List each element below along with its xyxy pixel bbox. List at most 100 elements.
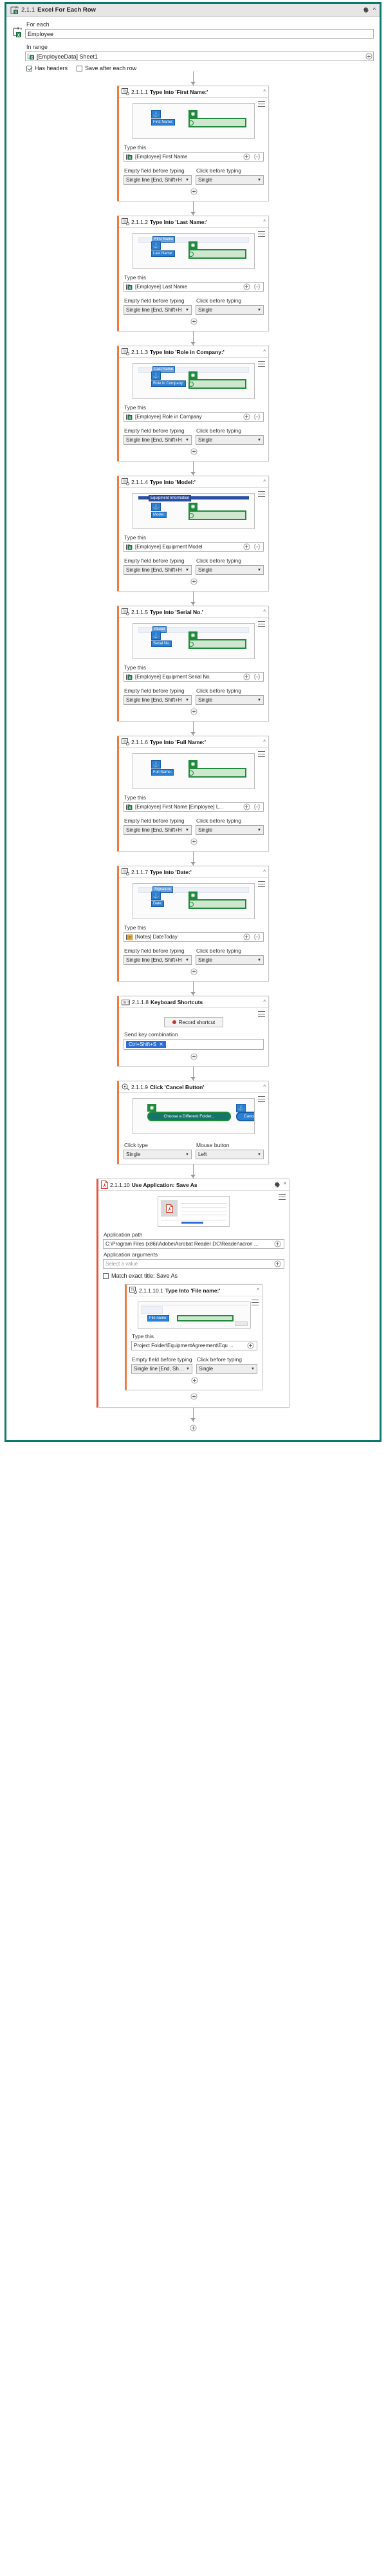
target-screenshot-preview[interactable]: File name: (138, 1302, 251, 1329)
chevron-up-icon[interactable]: ^ (261, 219, 266, 225)
hamburger-menu-icon[interactable] (258, 1096, 265, 1102)
target-screenshot-preview[interactable]: ◉ ⚓ First Name: (133, 103, 255, 139)
container-header[interactable]: X 2.1.1 Excel For Each Row ^ (6, 4, 380, 17)
hamburger-menu-icon[interactable] (252, 1300, 259, 1305)
click-before-select[interactable]: Single ▼ (196, 955, 264, 965)
click-before-select[interactable]: Single ▼ (196, 305, 264, 315)
key-chip[interactable]: Ctrl+Shift+S ✕ (126, 1041, 166, 1048)
empty-field-select[interactable]: Single line [End, Shift+H ▼ (124, 825, 192, 835)
empty-field-select[interactable]: Single line [End, Shift+H ▼ (124, 695, 192, 705)
gear-icon[interactable] (273, 1181, 280, 1188)
step-card-header[interactable]: TI 2.1.1.1 Type Into 'First Name:' ^ (119, 86, 268, 98)
plus-circle-icon[interactable] (273, 1240, 282, 1248)
add-step-button[interactable] (124, 965, 264, 976)
type-this-input[interactable]: X [Employee] Equipment Model (124, 542, 264, 552)
plus-circle-icon[interactable] (243, 543, 251, 551)
step-card-header[interactable]: TI 2.1.1.4 Type Into 'Model:' ^ (119, 476, 268, 488)
plus-circle-icon[interactable] (273, 1260, 282, 1268)
chevron-up-icon[interactable]: ^ (254, 1287, 259, 1293)
step-card-header[interactable]: TI 2.1.1.3 Type Into 'Role in Company:' … (119, 346, 268, 358)
gear-icon[interactable] (362, 6, 369, 14)
type-this-input[interactable]: X [Employee] Role in Company (124, 412, 264, 422)
match-exact-title-checkbox[interactable]: Match exact title: Save As (103, 1273, 284, 1279)
click-before-select[interactable]: Single ▼ (196, 695, 264, 705)
chevron-up-icon[interactable]: ^ (261, 999, 266, 1005)
plus-circle-icon[interactable] (246, 1341, 255, 1350)
in-range-input[interactable]: X [EmployeeData] Sheet1 (25, 51, 374, 61)
click-before-select[interactable]: Single ▼ (196, 825, 264, 835)
click-type-select[interactable]: Single ▼ (124, 1150, 192, 1159)
type-this-input[interactable]: X [Employee] Equipment Serial No. (124, 672, 264, 682)
chevron-up-icon[interactable]: ^ (261, 89, 266, 95)
chevron-up-icon[interactable]: ^ (373, 7, 376, 13)
add-step-button[interactable] (124, 835, 264, 846)
plus-circle-icon[interactable] (243, 803, 251, 811)
empty-field-select[interactable]: Single line [End, Shift+H ▼ (131, 1364, 192, 1374)
add-step-button[interactable] (124, 575, 264, 586)
key-combination-field[interactable]: Ctrl+Shift+S ✕ (124, 1039, 264, 1050)
variable-picker-icon[interactable] (253, 413, 261, 421)
chevron-up-icon[interactable]: ^ (261, 869, 266, 875)
hamburger-menu-icon[interactable] (258, 491, 265, 497)
add-step-button-nested[interactable] (103, 1390, 284, 1403)
plus-circle-icon[interactable] (243, 283, 251, 291)
target-screenshot-preview[interactable]: Equipment Information ◉ ⚓ Model: (133, 493, 255, 529)
has-headers-checkbox[interactable]: Has headers (26, 65, 68, 71)
save-after-each-row-checkbox[interactable]: Save after each row (77, 65, 136, 71)
target-screenshot-preview[interactable]: Model ◉ ⚓ Serial No. (133, 623, 255, 659)
type-this-input[interactable]: Project Folder\EquipmentAgreement\Equ ..… (131, 1341, 257, 1350)
click-before-select[interactable]: Single ▼ (196, 1364, 257, 1374)
step-card-header[interactable]: TI 2.1.1.5 Type Into 'Serial No.' ^ (119, 606, 268, 618)
empty-field-select[interactable]: Single line [End, Shift+H ▼ (124, 175, 192, 185)
click-before-select[interactable]: Single ▼ (196, 435, 264, 445)
application-screenshot-preview[interactable] (158, 1196, 230, 1227)
variable-picker-icon[interactable] (253, 283, 261, 291)
add-step-button[interactable] (124, 445, 264, 456)
step-card-header[interactable]: 2.1.1.10 Use Application: Save As ^ (98, 1179, 289, 1191)
variable-picker-icon[interactable] (253, 933, 261, 941)
target-screenshot-preview[interactable]: First Name ◉ ⚓ Last Name: (133, 233, 255, 269)
click-before-select[interactable]: Single ▼ (196, 175, 264, 185)
step-card-header[interactable]: TI 2.1.1.10.1 Type Into 'File name:' ^ (127, 1285, 262, 1296)
empty-field-select[interactable]: Single line [End, Shift+H ▼ (124, 955, 192, 965)
target-screenshot-preview[interactable]: Last Name ◉ ⚓ Role in Company: (133, 363, 255, 399)
chevron-up-icon[interactable]: ^ (261, 479, 266, 485)
variable-picker-icon[interactable] (253, 803, 261, 811)
step-card-header[interactable]: TI 2.1.1.2 Type Into 'Last Name:' ^ (119, 216, 268, 228)
hamburger-menu-icon[interactable] (258, 751, 265, 757)
chevron-up-icon[interactable]: ^ (261, 349, 266, 355)
application-path-input[interactable]: C:\Program Files (x86)\Adobe\Acrobat Rea… (103, 1239, 284, 1249)
chevron-up-icon[interactable]: ^ (284, 1182, 286, 1188)
plus-circle-icon[interactable] (243, 933, 251, 941)
step-card-header[interactable]: TI 2.1.1.7 Type Into 'Date:' ^ (119, 866, 268, 878)
plus-circle-icon[interactable] (365, 52, 373, 61)
add-step-button-root[interactable] (12, 1422, 374, 1434)
chevron-up-icon[interactable]: ^ (261, 609, 266, 615)
hamburger-menu-icon[interactable] (258, 621, 265, 627)
close-icon[interactable]: ✕ (159, 1041, 163, 1047)
type-this-input[interactable]: [Notes] DateToday (124, 932, 264, 942)
empty-field-select[interactable]: Single line [End, Shift+H ▼ (124, 435, 192, 445)
hamburger-menu-icon[interactable] (258, 101, 265, 107)
click-before-select[interactable]: Single ▼ (196, 565, 264, 575)
add-step-button[interactable] (124, 185, 264, 196)
application-arguments-input[interactable]: Select a value (103, 1259, 284, 1269)
step-card-header[interactable]: 2.1.1.9 Click 'Cancel Button' ^ (119, 1081, 268, 1093)
chevron-up-icon[interactable]: ^ (261, 739, 266, 745)
target-screenshot-preview[interactable]: Signature ◉ ⚓ Date: (133, 883, 255, 919)
chevron-up-icon[interactable]: ^ (261, 1084, 266, 1090)
type-this-input[interactable]: X [Employee] First Name [Employee] L... (124, 802, 264, 812)
hamburger-menu-icon[interactable] (258, 361, 265, 367)
add-step-button[interactable] (124, 1050, 264, 1061)
plus-circle-icon[interactable] (243, 413, 251, 421)
plus-circle-icon[interactable] (243, 673, 251, 681)
type-this-input[interactable]: X [Employee] Last Name (124, 282, 264, 292)
add-step-button[interactable] (124, 315, 264, 326)
empty-field-select[interactable]: Single line [End, Shift+H ▼ (124, 565, 192, 575)
variable-picker-icon[interactable] (253, 153, 261, 161)
record-shortcut-button[interactable]: Record shortcut (164, 1017, 223, 1027)
mouse-button-select[interactable]: Left ▼ (196, 1150, 264, 1159)
hamburger-menu-icon[interactable] (258, 231, 265, 237)
empty-field-select[interactable]: Single line [End, Shift+H ▼ (124, 305, 192, 315)
target-screenshot-preview[interactable]: ◉ ⚓ Full Name: (133, 753, 255, 789)
